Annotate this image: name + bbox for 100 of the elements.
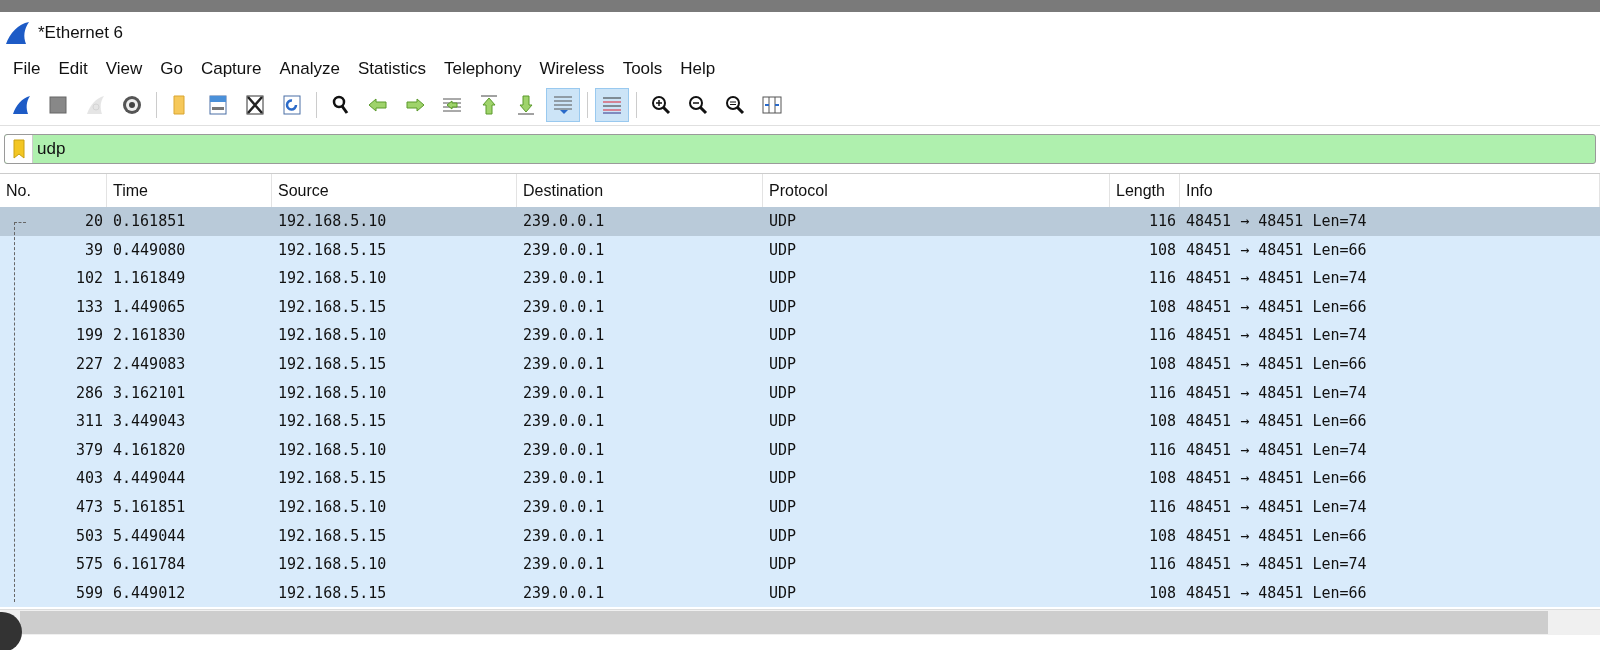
menu-item[interactable]: Go bbox=[151, 56, 192, 82]
table-cell-text: 1.449065 bbox=[112, 296, 187, 318]
table-cell-text: 2.161830 bbox=[112, 325, 187, 347]
menu-item[interactable]: View bbox=[96, 56, 152, 82]
table-cell-text: 48451 → 48451 Len=74 bbox=[1185, 211, 1368, 233]
table-cell-text: UDP bbox=[768, 497, 798, 518]
table-cell-text: UDP bbox=[768, 554, 798, 576]
packet-row[interactable]: 39 0.449080 192.168.5.15 239.0.0.1 UDP 108 48451 → 48451 Len=66 bbox=[0, 235, 1600, 265]
packet-row[interactable]: 311 3.449043 192.168.5.15 239.0.0.1 UDP 108 48451 → 48451 Len=66 bbox=[0, 407, 1600, 436]
packet-row[interactable]: 575 6.161784 192.168.5.10 239.0.0.1 UDP 116 48451 → 48451 Len=74 bbox=[0, 550, 1600, 579]
table-cell-text: 116 bbox=[1147, 325, 1177, 347]
bookmark-icon[interactable] bbox=[12, 139, 25, 159]
table-cell-text: 311 bbox=[74, 411, 104, 433]
table-cell-text: 108 bbox=[1147, 296, 1177, 318]
packet-row[interactable]: 286 3.162101 192.168.5.10 239.0.0.1 UDP 116 48451 → 48451 Len=74 bbox=[0, 378, 1600, 408]
table-cell-text: 192.168.5.15 bbox=[277, 354, 388, 375]
packet-row[interactable]: 102 1.161849 192.168.5.10 239.0.0.1 UDP 116 48451 → 48451 Len=74 bbox=[0, 264, 1600, 293]
packet-row[interactable]: 133 1.449065 192.168.5.15 239.0.0.1 UDP 108 48451 → 48451 Len=66 bbox=[0, 292, 1600, 322]
table-cell-text: 239.0.0.1 bbox=[522, 411, 606, 433]
table-cell-text: 108 bbox=[1147, 525, 1177, 547]
table-cell-text: 192.168.5.10 bbox=[277, 211, 388, 233]
table-cell-text: 575 bbox=[74, 554, 104, 576]
shark-fin-logo-icon bbox=[4, 21, 30, 45]
table-cell-text: 403 bbox=[74, 468, 104, 490]
table-cell-text: 239.0.0.1 bbox=[522, 268, 606, 290]
packet-row[interactable]: 379 4.161820 192.168.5.10 239.0.0.1 UDP 116 48451 → 48451 Len=74 bbox=[0, 435, 1600, 465]
menu-item[interactable]: Tools bbox=[613, 56, 672, 82]
table-cell-text: 379 bbox=[74, 439, 104, 461]
table-cell-text: 48451 → 48451 Len=66 bbox=[1185, 296, 1368, 318]
table-cell-text: 116 bbox=[1147, 211, 1177, 233]
table-cell-text: 5.161851 bbox=[112, 497, 187, 518]
table-cell-text: 1.161849 bbox=[112, 268, 187, 290]
menu-item[interactable]: Statistics bbox=[348, 56, 435, 82]
table-cell-text: 108 bbox=[1147, 239, 1177, 261]
scroll-lines-icon bbox=[552, 93, 574, 116]
shark-fin-icon bbox=[10, 93, 32, 116]
table-cell-text: 239.0.0.1 bbox=[522, 468, 606, 490]
table-cell-text: 108 bbox=[1147, 354, 1177, 375]
table-cell-text: 133 bbox=[74, 296, 104, 318]
table-cell-text: 2.449083 bbox=[112, 354, 187, 375]
table-cell-text: 473 bbox=[74, 497, 104, 518]
table-cell-text: 239.0.0.1 bbox=[522, 239, 606, 261]
packet-row[interactable]: 503 5.449044 192.168.5.15 239.0.0.1 UDP 108 48451 → 48451 Len=66 bbox=[0, 521, 1600, 551]
table-cell-text: 5.449044 bbox=[112, 525, 187, 547]
table-cell-text: 4.161820 bbox=[112, 439, 187, 461]
table-cell-text: 503 bbox=[74, 525, 104, 547]
menu-item[interactable]: Telephony bbox=[434, 56, 531, 82]
table-cell-text: 239.0.0.1 bbox=[522, 497, 606, 518]
table-cell-text: 4.449044 bbox=[112, 468, 187, 490]
up-arrow-icon bbox=[478, 93, 500, 116]
table-cell-text: 20 bbox=[83, 211, 104, 233]
stop-icon bbox=[47, 93, 69, 116]
table-cell-text: 227 bbox=[74, 354, 104, 375]
scrollbar-thumb[interactable] bbox=[20, 611, 1548, 635]
menu-item[interactable]: Help bbox=[671, 56, 725, 82]
table-cell-text: 48451 → 48451 Len=66 bbox=[1185, 354, 1368, 375]
table-cell-text: 192.168.5.10 bbox=[277, 554, 388, 576]
table-cell-text: 239.0.0.1 bbox=[522, 354, 606, 375]
table-cell-text: 48451 → 48451 Len=74 bbox=[1185, 268, 1368, 290]
packet-row[interactable]: 20 0.161851 192.168.5.10 239.0.0.1 UDP 116 48451 → 48451 Len=74 bbox=[0, 207, 1600, 236]
packet-row[interactable]: 403 4.449044 192.168.5.15 239.0.0.1 UDP 108 48451 → 48451 Len=66 bbox=[0, 464, 1600, 493]
table-cell-text: 39 bbox=[83, 239, 104, 261]
menu-item[interactable]: Edit bbox=[49, 56, 97, 82]
table-cell-text: 192.168.5.15 bbox=[277, 468, 388, 490]
table-cell-text: 192.168.5.10 bbox=[277, 325, 388, 347]
table-cell-text: 48451 → 48451 Len=74 bbox=[1185, 439, 1368, 461]
down-arrow-icon bbox=[515, 93, 537, 116]
menu-item[interactable]: File bbox=[4, 56, 50, 82]
menu-item[interactable]: Wireless bbox=[530, 56, 614, 82]
table-cell-text: 108 bbox=[1147, 411, 1177, 433]
table-cell-text: 192.168.5.10 bbox=[277, 382, 388, 404]
table-cell-text: 239.0.0.1 bbox=[522, 211, 606, 233]
table-cell-text: 48451 → 48451 Len=74 bbox=[1185, 554, 1368, 576]
table-cell-text: 239.0.0.1 bbox=[522, 325, 606, 347]
packet-row[interactable]: 227 2.449083 192.168.5.15 239.0.0.1 UDP 108 48451 → 48451 Len=66 bbox=[0, 349, 1600, 379]
table-cell-text: 3.162101 bbox=[112, 382, 187, 404]
table-cell-text: 239.0.0.1 bbox=[522, 582, 606, 604]
table-cell-text: 48451 → 48451 Len=66 bbox=[1185, 468, 1368, 490]
table-cell-text: 192.168.5.15 bbox=[277, 296, 388, 318]
table-cell-text: UDP bbox=[768, 239, 798, 261]
table-cell-text: 192.168.5.10 bbox=[277, 497, 388, 518]
table-cell-text: UDP bbox=[768, 354, 798, 375]
table-cell-text: 239.0.0.1 bbox=[522, 296, 606, 318]
menu-item[interactable]: Analyze bbox=[270, 56, 349, 82]
table-cell-text: UDP bbox=[768, 325, 798, 347]
file-cross-icon bbox=[244, 93, 266, 116]
table-cell-text: 3.449043 bbox=[112, 411, 187, 433]
packet-row[interactable]: 473 5.161851 192.168.5.10 239.0.0.1 UDP 116 48451 → 48451 Len=74 bbox=[0, 492, 1600, 522]
table-cell-text: 48451 → 48451 Len=74 bbox=[1185, 325, 1368, 347]
zoom-in-icon bbox=[650, 93, 672, 116]
column-resize-icon bbox=[761, 93, 783, 116]
packet-row[interactable]: 199 2.161830 192.168.5.10 239.0.0.1 UDP 116 48451 → 48451 Len=74 bbox=[0, 321, 1600, 350]
table-cell-text: 102 bbox=[74, 268, 104, 290]
packet-row[interactable]: 599 6.449012 192.168.5.15 239.0.0.1 UDP 108 48451 → 48451 Len=66 bbox=[0, 578, 1600, 608]
table-cell-text: 116 bbox=[1147, 497, 1177, 518]
table-cell-text: 108 bbox=[1147, 582, 1177, 604]
table-cell-text: 48451 → 48451 Len=66 bbox=[1185, 582, 1368, 604]
table-cell-text: UDP bbox=[768, 411, 798, 433]
table-cell-text: UDP bbox=[768, 296, 798, 318]
menu-item[interactable]: Capture bbox=[191, 56, 271, 82]
